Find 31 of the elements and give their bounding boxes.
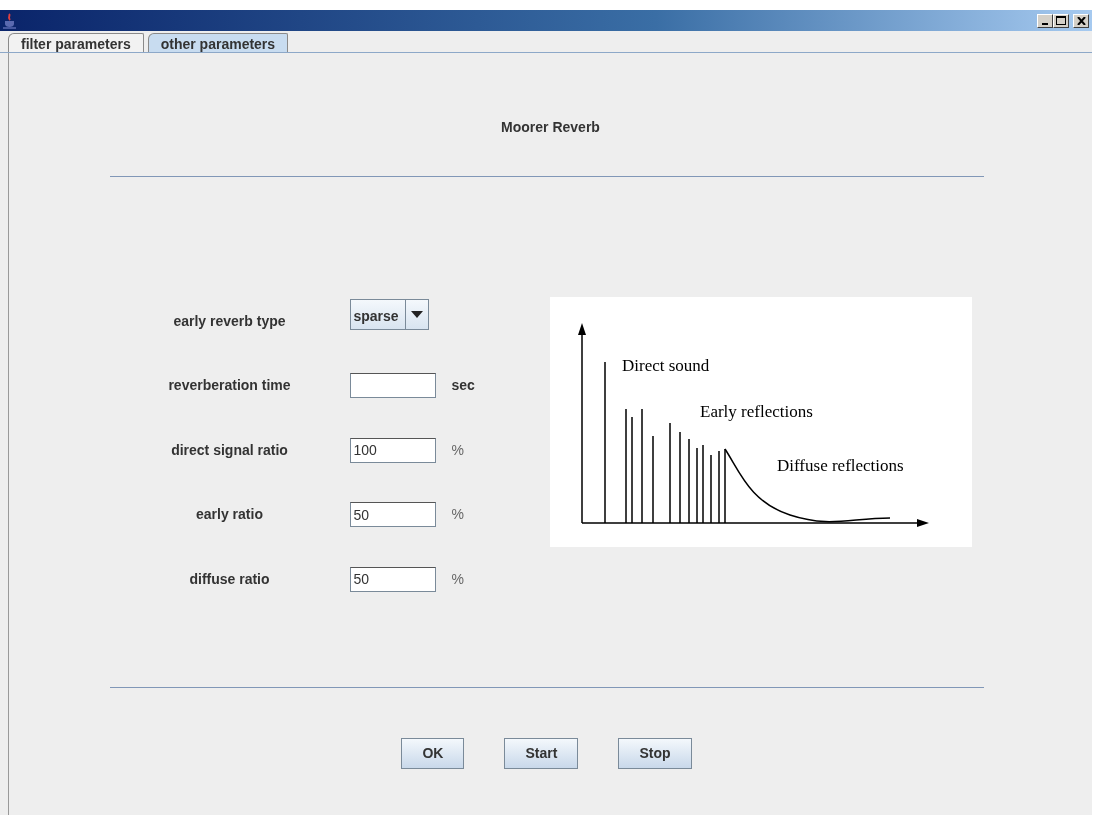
field-label: direct signal ratio (170, 440, 289, 460)
maximize-icon (1056, 16, 1066, 25)
close-icon (1076, 16, 1086, 25)
diagram-label: Early reflections (699, 402, 813, 421)
dialog-button[interactable]: Start (504, 738, 579, 769)
tab[interactable]: filter parameters (8, 33, 144, 52)
unit-label: sec (451, 376, 475, 396)
minimize-button[interactable] (1037, 13, 1053, 28)
caret-icon (410, 311, 423, 319)
diagram-label: Direct sound (621, 356, 709, 375)
unit-label: % (451, 505, 464, 525)
input-field[interactable]: 100 (349, 437, 436, 463)
dialog-button[interactable]: Stop (618, 738, 692, 769)
tab[interactable]: other parameters (147, 33, 289, 52)
field-label: early reverb type (172, 311, 287, 331)
unit-label: % (451, 440, 464, 460)
maximize-button[interactable] (1053, 13, 1069, 28)
dialog-button[interactable]: OK (401, 738, 465, 769)
unit-label: % (451, 569, 464, 589)
panel-title: Moorer Reverb (501, 118, 600, 137)
field-label: early ratio (195, 505, 264, 525)
close-button[interactable] (1073, 13, 1089, 28)
minimize-icon (1042, 22, 1048, 25)
diagram-label: Diffuse reflections (776, 456, 904, 475)
dropdown[interactable]: sparse (349, 299, 429, 331)
input-field[interactable]: 50 (349, 566, 436, 592)
field-label: diffuse ratio (188, 569, 271, 589)
input-field[interactable]: 50 (349, 502, 436, 528)
input-field[interactable] (349, 373, 436, 399)
cup-icon (3, 12, 17, 29)
field-label: reverberation time (167, 376, 292, 396)
